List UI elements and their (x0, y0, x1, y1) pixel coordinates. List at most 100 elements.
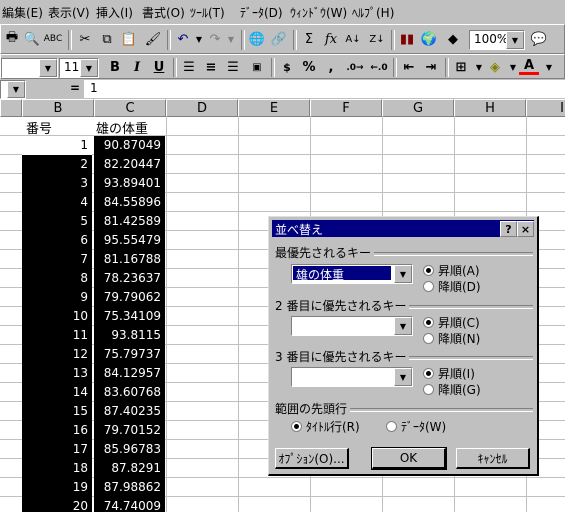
select-all-corner[interactable] (0, 99, 22, 117)
cell-weight[interactable]: 87.98862 (94, 478, 165, 497)
cell-weight[interactable]: 90.87049 (94, 136, 165, 155)
align-left-icon[interactable]: ☰ (179, 58, 199, 77)
currency-icon[interactable]: $ (277, 58, 297, 77)
key3-ascending-label[interactable]: 昇順(I) (438, 365, 475, 382)
column-header-i[interactable]: I (526, 99, 565, 117)
align-center-icon[interactable]: ≡ (201, 58, 221, 77)
data-row-label[interactable]: ﾃﾞｰﾀ(W) (401, 418, 446, 435)
column-header-g[interactable]: G (382, 99, 454, 117)
cell-weight[interactable]: 93.8115 (94, 326, 165, 345)
cell-number[interactable]: 20 (22, 497, 92, 512)
function-icon[interactable]: fx (321, 29, 341, 49)
menu-format[interactable]: 書式(O) (142, 4, 185, 21)
cell-number[interactable]: 9 (22, 288, 92, 307)
key2-ascending-radio[interactable] (423, 317, 434, 328)
menu-help[interactable]: ﾍﾙﾌﾟ(H) (352, 4, 394, 21)
decrease-decimal-icon[interactable]: ←.0 (369, 58, 389, 77)
menu-edit[interactable]: 編集(E) (2, 4, 43, 21)
format-painter-icon[interactable]: 🖌 (143, 29, 163, 49)
cell-number[interactable]: 13 (22, 364, 92, 383)
title-row-label[interactable]: ﾀｲﾄﾙ行(R) (306, 418, 360, 435)
key3-select[interactable]: ▼ (291, 367, 413, 387)
name-box[interactable]: ▼ (0, 80, 26, 99)
column-header-e[interactable]: E (238, 99, 310, 117)
font-name-select[interactable]: ▼ (1, 58, 58, 78)
menu-data[interactable]: ﾃﾞｰﾀ(D) (240, 4, 283, 21)
cell-number[interactable]: 15 (22, 402, 92, 421)
decrease-indent-icon[interactable]: ⇤ (399, 58, 419, 77)
chevron-down-icon[interactable]: ▼ (394, 317, 412, 335)
header-cell-weight[interactable]: 雄の体重 (96, 118, 148, 137)
align-right-icon[interactable]: ☰ (223, 58, 243, 77)
close-button[interactable]: × (517, 221, 534, 237)
key3-descending-label[interactable]: 降順(G) (438, 381, 481, 398)
chart-wizard-icon[interactable]: ▮▮ (397, 29, 417, 49)
column-header-c[interactable]: C (94, 99, 166, 117)
cell-weight[interactable]: 87.8291 (94, 459, 165, 478)
column-header-h[interactable]: H (454, 99, 526, 117)
comma-button[interactable]: , (321, 58, 341, 77)
cell-weight[interactable]: 84.12957 (94, 364, 165, 383)
chevron-down-icon[interactable]: ▼ (394, 368, 412, 386)
chevron-down-icon[interactable]: ▼ (394, 265, 412, 283)
formula-equals[interactable]: = (70, 81, 80, 95)
chevron-down-icon[interactable]: ▼ (7, 81, 25, 98)
cut-icon[interactable]: ✂ (75, 29, 95, 49)
underline-button[interactable]: U (149, 58, 169, 77)
menu-tools[interactable]: ﾂｰﾙ(T) (190, 4, 225, 21)
cell-weight[interactable]: 85.96783 (94, 440, 165, 459)
zoom-select[interactable]: 100% ▼ (469, 30, 525, 50)
key1-ascending-radio[interactable] (423, 265, 434, 276)
autosum-icon[interactable]: Σ (299, 29, 319, 49)
borders-icon[interactable]: ⊞ (451, 58, 471, 77)
drawing-icon[interactable]: ◆ (443, 29, 463, 49)
fill-color-icon[interactable]: ◈ (485, 58, 505, 77)
map-icon[interactable]: 🌍 (419, 29, 439, 49)
menu-window[interactable]: ｳｨﾝﾄﾞｳ(W) (290, 4, 347, 21)
cell-number[interactable]: 12 (22, 345, 92, 364)
sort-ascending-icon[interactable]: A↓ (343, 29, 363, 49)
cell-number[interactable]: 1 (22, 136, 92, 155)
cell-number[interactable]: 19 (22, 478, 92, 497)
header-cell-number[interactable]: 番号 (26, 118, 52, 137)
cell-weight[interactable]: 82.20447 (94, 155, 165, 174)
cell-number[interactable]: 10 (22, 307, 92, 326)
chevron-down-icon[interactable]: ▼ (80, 59, 98, 77)
dialog-titlebar[interactable]: 並べ替え ? × (272, 220, 534, 237)
cell-weight[interactable]: 79.70152 (94, 421, 165, 440)
key1-descending-radio[interactable] (423, 281, 434, 292)
bold-button[interactable]: B (105, 58, 125, 77)
office-assistant-icon[interactable]: 💬 (529, 29, 549, 49)
hyperlink-icon[interactable]: 🌐 (247, 29, 267, 49)
print-preview-icon[interactable]: 🔍 (22, 29, 42, 49)
cancel-button[interactable]: ｷｬﾝｾﾙ (456, 448, 530, 469)
key1-ascending-label[interactable]: 昇順(A) (438, 262, 480, 279)
cell-weight[interactable]: 93.89401 (94, 174, 165, 193)
column-header-d[interactable]: D (166, 99, 238, 117)
cell-number[interactable]: 2 (22, 155, 92, 174)
cell-weight[interactable]: 81.42589 (94, 212, 165, 231)
sort-descending-icon[interactable]: Z↓ (367, 29, 387, 49)
cell-number[interactable]: 5 (22, 212, 92, 231)
cell-weight[interactable]: 75.79737 (94, 345, 165, 364)
options-button[interactable]: ｵﾌﾟｼｮﾝ(O)... (275, 448, 349, 469)
key2-descending-label[interactable]: 降順(N) (438, 330, 480, 347)
key2-descending-radio[interactable] (423, 333, 434, 344)
help-button[interactable]: ? (500, 221, 517, 237)
column-header-f[interactable]: F (310, 99, 382, 117)
copy-icon[interactable]: ⧉ (97, 29, 117, 49)
redo-dropdown-icon[interactable]: ▼ (221, 29, 241, 49)
data-row-radio[interactable] (386, 421, 397, 432)
cell-number[interactable]: 8 (22, 269, 92, 288)
web-toolbar-icon[interactable]: 🔗 (269, 29, 289, 49)
cell-weight[interactable]: 95.55479 (94, 231, 165, 250)
key1-select[interactable]: 雄の体重 ▼ (291, 264, 413, 284)
italic-button[interactable]: I (127, 58, 147, 77)
font-size-select[interactable]: 11 ▼ (59, 58, 99, 78)
cell-number[interactable]: 17 (22, 440, 92, 459)
cell-weight[interactable]: 84.55896 (94, 193, 165, 212)
cell-weight[interactable]: 81.16788 (94, 250, 165, 269)
cell-number[interactable]: 14 (22, 383, 92, 402)
print-icon[interactable]: 🖶 (2, 29, 22, 49)
key3-ascending-radio[interactable] (423, 368, 434, 379)
